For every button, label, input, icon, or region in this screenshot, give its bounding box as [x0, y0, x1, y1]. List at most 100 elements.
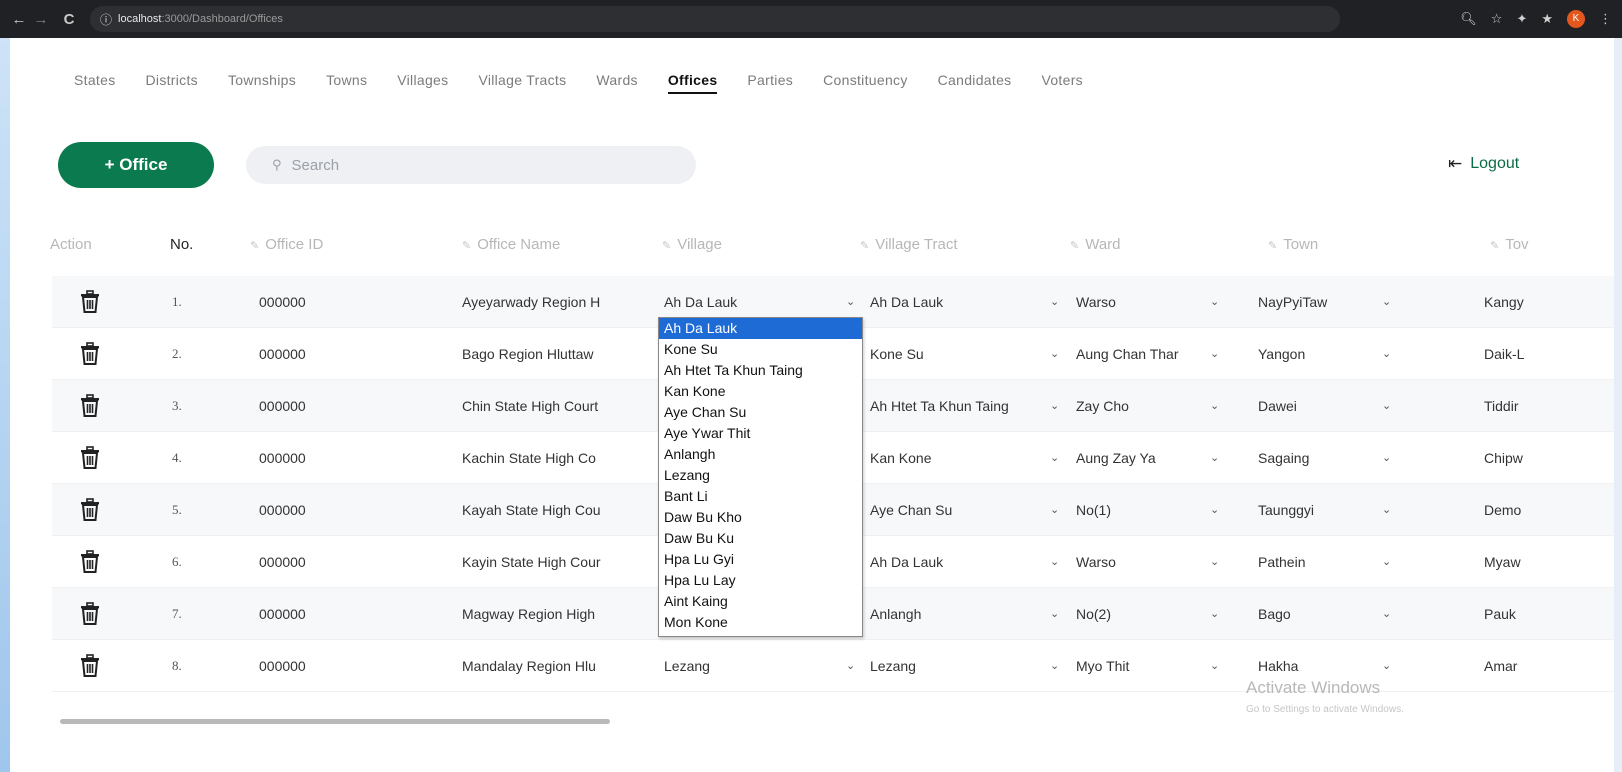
tab-voters[interactable]: Voters — [1041, 72, 1083, 94]
dropdown-option[interactable]: Anlangh — [659, 444, 862, 465]
header-office-id[interactable]: ✎ Office ID — [250, 236, 323, 253]
header-village[interactable]: ✎ Village — [662, 236, 722, 253]
tab-wards[interactable]: Wards — [596, 72, 637, 94]
zoom-icon[interactable]: 🔍︎ — [1460, 11, 1477, 27]
trash-icon[interactable] — [80, 498, 100, 522]
chevron-down-icon[interactable]: ⌄ — [1210, 536, 1219, 588]
chevron-down-icon[interactable]: ⌄ — [1382, 588, 1391, 640]
chevron-down-icon[interactable]: ⌄ — [1050, 640, 1059, 692]
trash-icon[interactable] — [80, 342, 100, 366]
ward-select[interactable]: Warso — [1076, 536, 1204, 588]
town-select[interactable]: Yangon — [1258, 328, 1354, 380]
chevron-down-icon[interactable]: ⌄ — [1050, 484, 1059, 536]
township-select[interactable]: Pauk — [1484, 588, 1534, 640]
chevron-down-icon[interactable]: ⌄ — [1050, 380, 1059, 432]
menu-kebab-icon[interactable]: ⋮ — [1599, 11, 1612, 27]
chevron-down-icon[interactable]: ⌄ — [1382, 640, 1391, 692]
village-tract-select[interactable]: Ah Htet Ta Khun Taing — [870, 380, 1056, 432]
chevron-down-icon[interactable]: ⌄ — [846, 640, 855, 692]
village-tract-select[interactable]: Ah Da Lauk — [870, 276, 1056, 328]
chevron-down-icon[interactable]: ⌄ — [1382, 536, 1391, 588]
chevron-down-icon[interactable]: ⌄ — [1050, 328, 1059, 380]
tab-states[interactable]: States — [74, 72, 116, 94]
ward-select[interactable]: Aung Zay Ya — [1076, 432, 1204, 484]
dropdown-option[interactable]: Ah Da Lauk — [659, 318, 862, 339]
header-village-tract[interactable]: ✎ Village Tract — [860, 236, 957, 253]
tab-villages[interactable]: Villages — [397, 72, 448, 94]
township-select[interactable]: Myaw — [1484, 536, 1534, 588]
tab-townships[interactable]: Townships — [228, 72, 296, 94]
trash-icon[interactable] — [80, 654, 100, 678]
village-tract-select[interactable]: Aye Chan Su — [870, 484, 1056, 536]
township-select[interactable]: Demo — [1484, 484, 1534, 536]
village-dropdown-list[interactable]: Ah Da Lauk Kone Su Ah Htet Ta Khun Taing Ka… — [658, 317, 863, 637]
dropdown-option[interactable]: Bant Li — [659, 486, 862, 507]
add-office-button[interactable]: + Office — [58, 142, 214, 188]
dropdown-option[interactable]: Lezang — [659, 465, 862, 486]
logout-button[interactable]: ⇤ Logout — [1448, 154, 1519, 174]
dropdown-option[interactable]: Daw Bu Ku — [659, 528, 862, 549]
ward-select[interactable]: Myo Thit — [1076, 640, 1204, 692]
chevron-down-icon[interactable]: ⌄ — [1210, 276, 1219, 328]
header-town[interactable]: ✎ Town — [1268, 236, 1318, 253]
site-info-icon[interactable]: ⓘ — [100, 11, 112, 28]
township-select[interactable]: Daik-L — [1484, 328, 1534, 380]
chevron-down-icon[interactable]: ⌄ — [1050, 588, 1059, 640]
bookmark-star-icon[interactable]: ☆ — [1491, 11, 1503, 27]
township-select[interactable]: Tiddir — [1484, 380, 1534, 432]
tab-candidates[interactable]: Candidates — [938, 72, 1012, 94]
extension-icon[interactable]: ✦ — [1516, 11, 1527, 27]
search-input[interactable]: ⚲ Search — [246, 146, 696, 184]
tab-constituency[interactable]: Constituency — [823, 72, 908, 94]
dropdown-option[interactable]: Kan Kone — [659, 381, 862, 402]
dropdown-option[interactable]: Mon Kone — [659, 612, 862, 633]
town-select[interactable]: Bago — [1258, 588, 1354, 640]
address-bar[interactable]: ⓘ localhost:3000/Dashboard/Offices — [90, 6, 1340, 32]
village-tract-select[interactable]: Anlangh — [870, 588, 1056, 640]
town-select[interactable]: NayPyiTaw — [1258, 276, 1354, 328]
chevron-down-icon[interactable]: ⌄ — [1210, 432, 1219, 484]
back-arrow-icon[interactable]: ← — [8, 11, 30, 28]
ward-select[interactable]: No(2) — [1076, 588, 1204, 640]
tab-towns[interactable]: Towns — [326, 72, 367, 94]
chevron-down-icon[interactable]: ⌄ — [1382, 432, 1391, 484]
ward-select[interactable]: Aung Chan Thar — [1076, 328, 1204, 380]
puzzle-extensions-icon[interactable]: ★ — [1541, 11, 1553, 27]
trash-icon[interactable] — [80, 290, 100, 314]
township-select[interactable]: Amar — [1484, 640, 1534, 692]
ward-select[interactable]: No(1) — [1076, 484, 1204, 536]
village-tract-select[interactable]: Kone Su — [870, 328, 1056, 380]
town-select[interactable]: Taunggyi — [1258, 484, 1354, 536]
village-tract-select[interactable]: Kan Kone — [870, 432, 1056, 484]
reload-icon[interactable]: C — [58, 11, 80, 28]
chevron-down-icon[interactable]: ⌄ — [1050, 276, 1059, 328]
forward-arrow-icon[interactable]: → — [30, 11, 52, 28]
trash-icon[interactable] — [80, 602, 100, 626]
chevron-down-icon[interactable]: ⌄ — [1050, 536, 1059, 588]
village-tract-select[interactable]: Lezang — [870, 640, 1056, 692]
header-ward[interactable]: ✎ Ward — [1070, 236, 1121, 253]
dropdown-option[interactable]: Ah Htet Ta Khun Taing — [659, 360, 862, 381]
dropdown-option[interactable]: Hpa Lu Lay — [659, 570, 862, 591]
dropdown-option[interactable]: Hpa Lu Gyi — [659, 549, 862, 570]
tab-village-tracts[interactable]: Village Tracts — [478, 72, 566, 94]
ward-select[interactable]: Zay Cho — [1076, 380, 1204, 432]
township-select[interactable]: Chipw — [1484, 432, 1534, 484]
trash-icon[interactable] — [80, 446, 100, 470]
town-select[interactable]: Pathein — [1258, 536, 1354, 588]
chevron-down-icon[interactable]: ⌄ — [1210, 328, 1219, 380]
township-select[interactable]: Kangy — [1484, 276, 1534, 328]
town-select[interactable]: Dawei — [1258, 380, 1354, 432]
trash-icon[interactable] — [80, 550, 100, 574]
ward-select[interactable]: Warso — [1076, 276, 1204, 328]
tab-districts[interactable]: Districts — [146, 72, 198, 94]
dropdown-option[interactable]: Aye Chan Su — [659, 402, 862, 423]
town-select[interactable]: Sagaing — [1258, 432, 1354, 484]
dropdown-option[interactable]: Daw Bu Kho — [659, 507, 862, 528]
tab-offices[interactable]: Offices — [667, 72, 718, 94]
dropdown-option[interactable]: Aint Kaing — [659, 591, 862, 612]
chevron-down-icon[interactable]: ⌄ — [1382, 276, 1391, 328]
chevron-down-icon[interactable]: ⌄ — [1382, 484, 1391, 536]
chevron-down-icon[interactable]: ⌄ — [1210, 640, 1219, 692]
profile-avatar[interactable]: K — [1567, 10, 1585, 28]
